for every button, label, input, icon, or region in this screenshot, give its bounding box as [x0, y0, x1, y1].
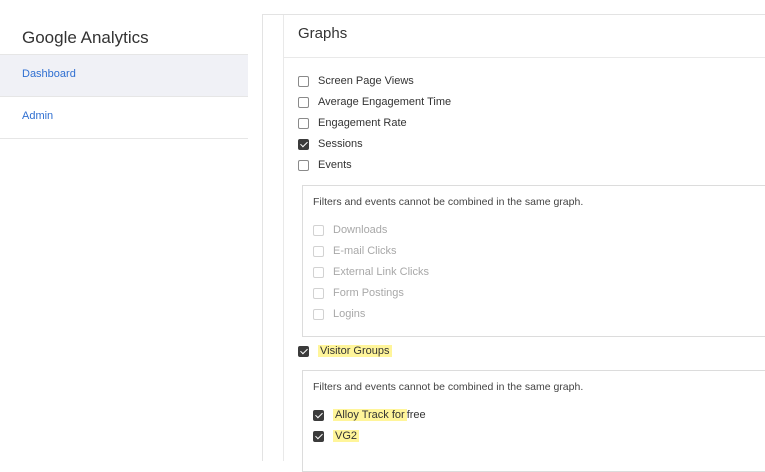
event-email-clicks[interactable]: E-mail Clicks	[313, 245, 397, 257]
checkbox[interactable]	[313, 245, 324, 257]
visitor-groups-box: Filters and events cannot be combined in…	[302, 370, 765, 472]
section-title: Graphs	[298, 25, 348, 42]
visitor-group-alloy-track[interactable]: Alloy Track for free	[313, 409, 426, 421]
checkbox-label: Screen Page Views	[318, 75, 414, 87]
main-panel: Graphs Screen Page Views Average Engagem…	[262, 14, 765, 472]
checkbox-checked[interactable]	[313, 430, 324, 442]
checkbox-label: Logins	[333, 308, 366, 320]
visitor-groups-toggle[interactable]: Visitor Groups	[298, 345, 392, 357]
checkbox[interactable]	[313, 224, 324, 236]
events-box: Filters and events cannot be combined in…	[302, 185, 765, 337]
event-form-postings[interactable]: Form Postings	[313, 287, 404, 299]
checkbox[interactable]	[298, 117, 309, 129]
divider	[0, 138, 248, 139]
checkbox-label: Engagement Rate	[318, 117, 407, 129]
checkbox[interactable]	[298, 96, 309, 108]
app-title: Google Analytics	[22, 28, 149, 47]
checkbox[interactable]	[313, 266, 324, 278]
sidebar: Google Analytics Dashboard Admin	[0, 0, 248, 460]
checkbox-checked[interactable]	[313, 409, 324, 421]
metric-engagement-rate[interactable]: Engagement Rate	[298, 117, 407, 129]
checkbox-label: Form Postings	[333, 287, 404, 299]
checkbox-label: Average Engagement Time	[318, 96, 452, 108]
metric-sessions[interactable]: Sessions	[298, 138, 363, 150]
nav-item-label: Dashboard	[22, 68, 76, 80]
checkbox-label: External Link Clicks	[333, 266, 429, 278]
event-logins[interactable]: Logins	[313, 308, 365, 320]
checkbox[interactable]	[298, 75, 309, 87]
checkbox-label: Sessions	[318, 138, 363, 150]
nav-item-label: Admin	[22, 110, 54, 122]
checkbox-label-highlighted: VG2	[333, 430, 360, 442]
checkbox-checked[interactable]	[298, 345, 309, 357]
nav-item-dashboard[interactable]: Dashboard	[0, 54, 248, 97]
events-note: Filters and events cannot be combined in…	[313, 196, 584, 208]
graphs-panel: Graphs Screen Page Views Average Engagem…	[283, 15, 765, 472]
checkbox-label-highlighted: Alloy Track for	[333, 409, 407, 421]
checkbox[interactable]	[298, 159, 309, 171]
checkbox-label-rest: free	[406, 409, 426, 421]
event-downloads[interactable]: Downloads	[313, 224, 387, 236]
metric-screen-page-views[interactable]: Screen Page Views	[298, 75, 414, 87]
checkbox[interactable]	[313, 287, 324, 299]
checkbox-label: Events	[318, 159, 352, 171]
divider	[284, 57, 765, 58]
metric-events[interactable]: Events	[298, 159, 352, 171]
visitor-group-vg2[interactable]: VG2	[313, 430, 360, 442]
checkbox[interactable]	[313, 308, 324, 320]
checkbox-checked[interactable]	[298, 138, 309, 150]
metric-average-engagement-time[interactable]: Average Engagement Time	[298, 96, 451, 108]
event-external-link-clicks[interactable]: External Link Clicks	[313, 266, 429, 278]
checkbox-label: E-mail Clicks	[333, 245, 397, 257]
groups-note: Filters and events cannot be combined in…	[313, 381, 584, 393]
nav-item-admin[interactable]: Admin	[0, 96, 248, 139]
checkbox-label: Downloads	[333, 224, 388, 236]
checkbox-label: Visitor Groups	[318, 345, 392, 357]
